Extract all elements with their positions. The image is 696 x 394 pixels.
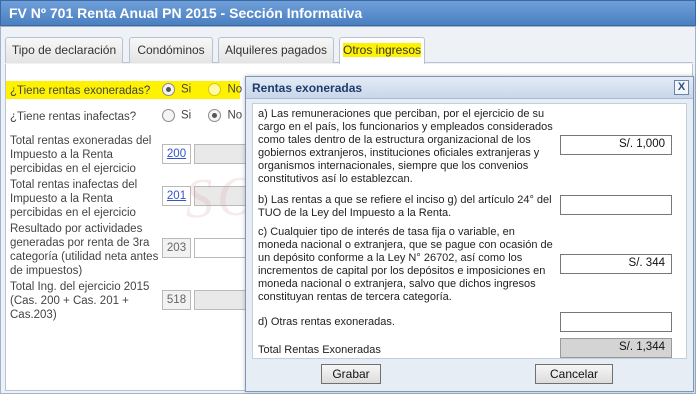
tab-tipo-declaracion[interactable]: Tipo de declaración — [5, 37, 123, 63]
item-c-input[interactable]: S/. 344 — [560, 254, 672, 274]
item-d-input[interactable] — [560, 312, 672, 332]
item-c-text: c) Cualquier tipo de interés de tasa fij… — [258, 226, 553, 303]
q1-yes-label: Si — [181, 83, 192, 96]
q1-yes-radio[interactable] — [162, 83, 175, 96]
row-200-label: Total rentas exoneradas del Impuesto a l… — [10, 135, 152, 175]
q2-no-label: No — [227, 109, 243, 122]
item-a-text: a) Las remuneraciones que perciban, por … — [258, 108, 553, 185]
grabar-button[interactable]: Grabar — [321, 364, 381, 384]
item-b-input[interactable] — [560, 195, 672, 215]
tab-bar: Tipo de declaración Condóminos Alquilere… — [5, 37, 693, 64]
q2-label: ¿Tiene rentas inafectas? — [10, 111, 137, 123]
total-label: Total Rentas Exoneradas — [258, 344, 381, 356]
q1-label: ¿Tiene rentas exoneradas? — [10, 85, 151, 97]
row-203-label: Resultado por actividades generadas por … — [10, 223, 159, 277]
close-icon[interactable]: X — [674, 80, 689, 95]
item-d-text: d) Otras rentas exoneradas. — [258, 316, 395, 328]
row-201-label: Total rentas inafectas del Impuesto a la… — [10, 179, 138, 219]
row-200-code[interactable]: 200 — [162, 144, 191, 164]
cancelar-button[interactable]: Cancelar — [535, 364, 613, 384]
item-b-text: b) Las rentas a que se refiere el inciso… — [258, 194, 552, 219]
q2-no-radio[interactable] — [208, 109, 222, 122]
tab-alquileres-pagados[interactable]: Alquileres pagados — [218, 37, 334, 63]
total-value: S/. 1,344 — [560, 338, 672, 358]
dialog-title: Rentas exoneradas — [246, 77, 693, 99]
window-title: FV Nº 701 Renta Anual PN 2015 - Sección … — [0, 0, 696, 26]
tab-otros-ingresos-label: Otros ingresos — [342, 43, 422, 57]
row-518-label: Total Ing. del ejercicio 2015 (Cas. 200 … — [10, 281, 150, 321]
dialog-body: a) Las remuneraciones que perciban, por … — [252, 103, 687, 359]
q2-yes-label: Si — [181, 109, 192, 122]
rentas-exoneradas-dialog: Rentas exoneradas X a) Las remuneracione… — [245, 76, 694, 392]
row-518-code: 518 — [162, 290, 191, 310]
tab-condominos[interactable]: Condóminos — [129, 37, 213, 63]
q1-radio-group: Si No — [162, 83, 242, 96]
item-a-input[interactable]: S/. 1,000 — [560, 135, 672, 155]
q1-no-radio[interactable] — [208, 83, 222, 96]
q2-radio-group: Si No — [162, 109, 242, 122]
tab-otros-ingresos[interactable]: Otros ingresos — [339, 37, 425, 64]
q2-yes-radio[interactable] — [162, 109, 175, 122]
row-203-code: 203 — [162, 238, 191, 258]
q1-no-label: No — [227, 83, 243, 96]
